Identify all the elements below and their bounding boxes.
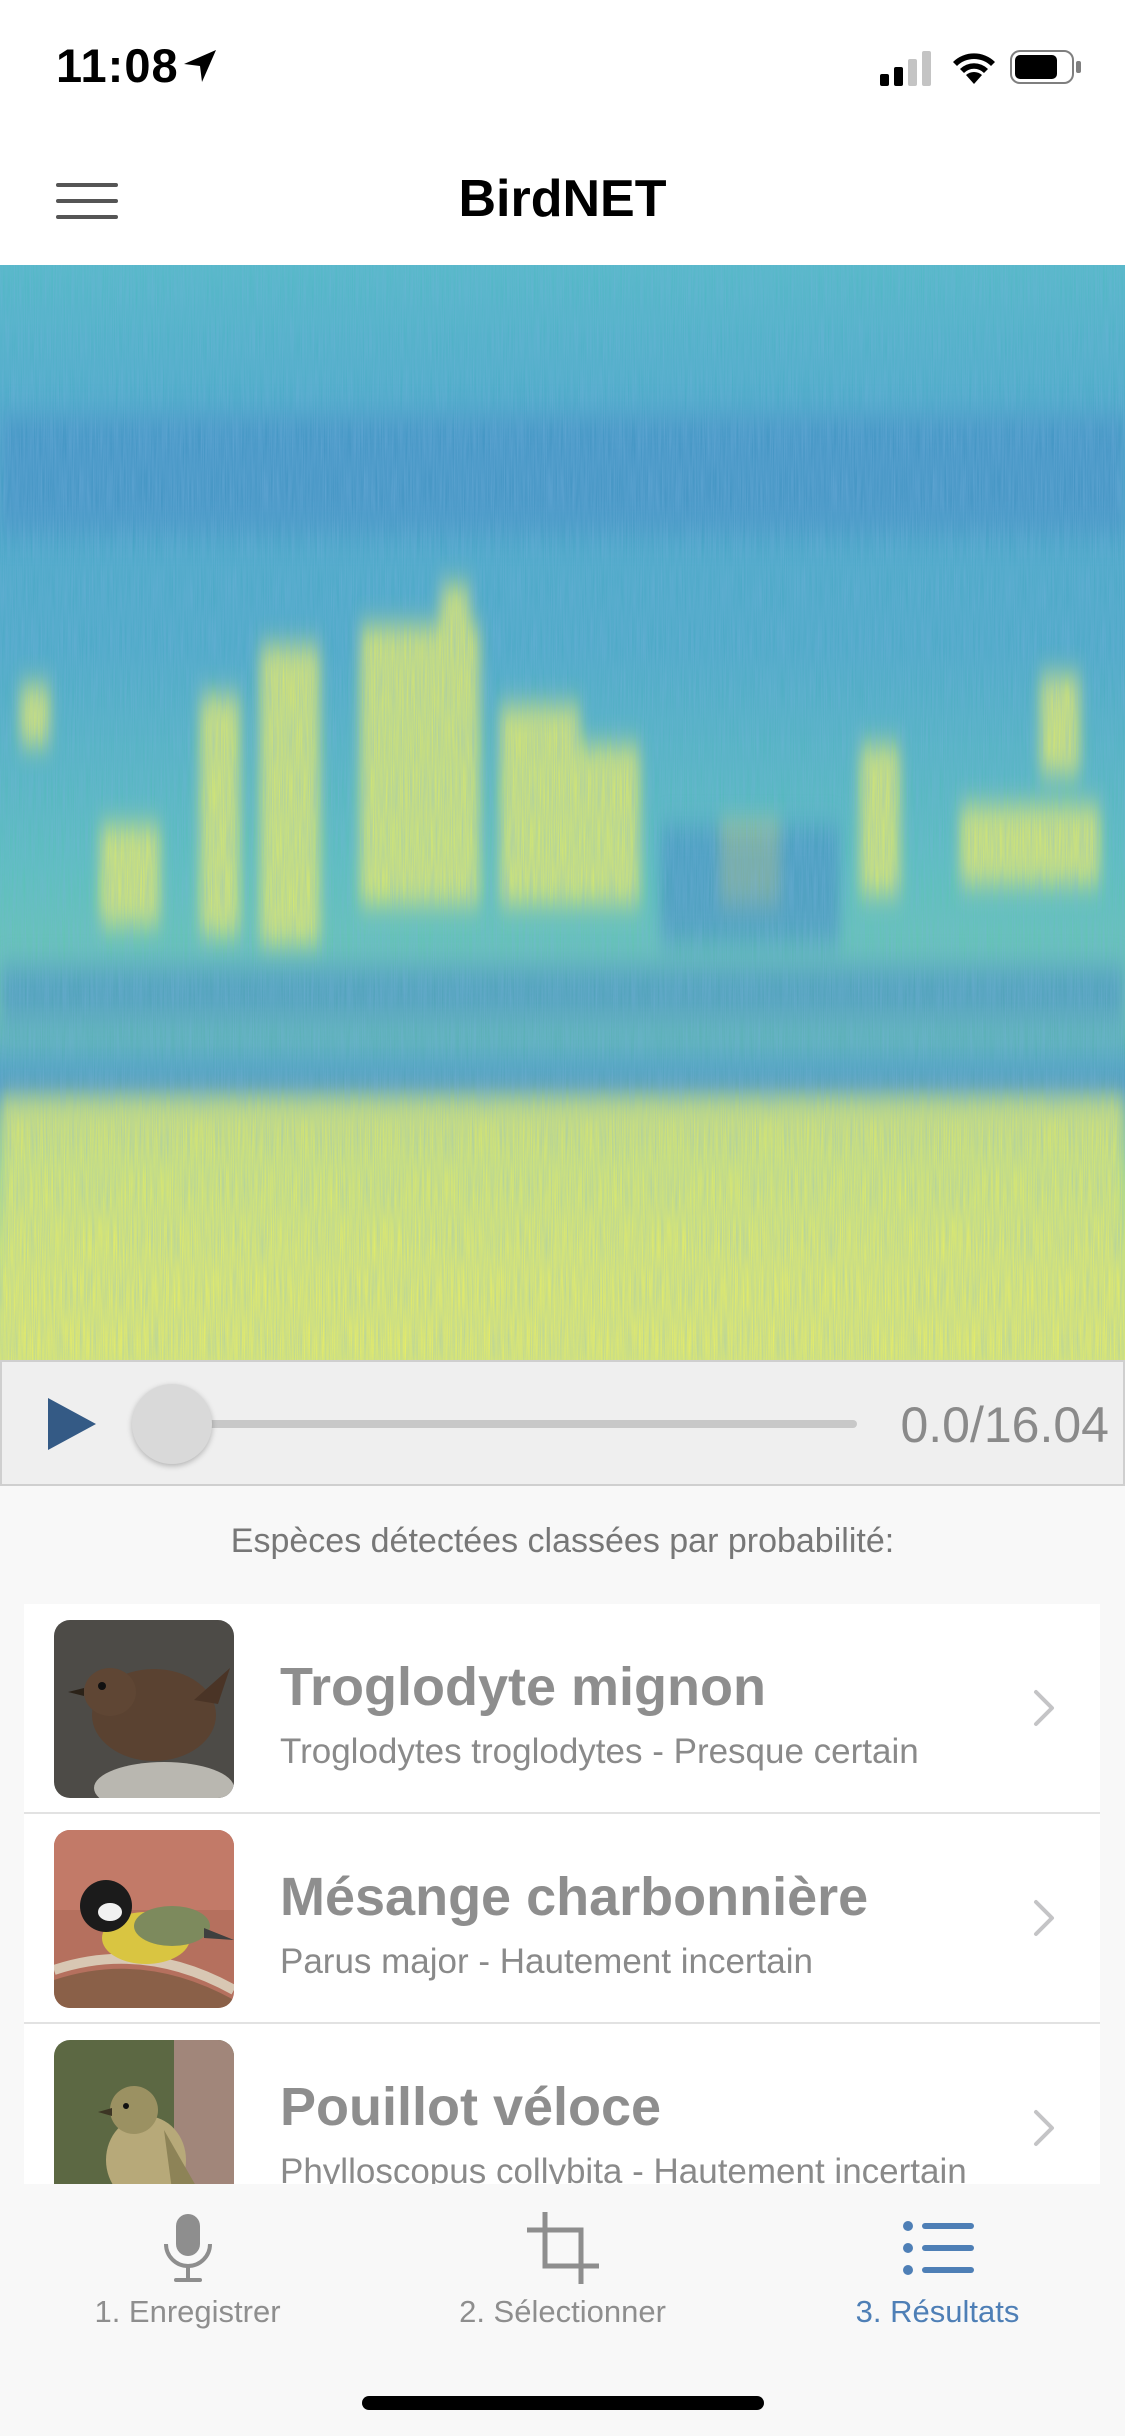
chevron-right-icon <box>1034 2110 1054 2146</box>
tab-label: 2. Sélectionner <box>459 2294 666 2329</box>
list-icon <box>902 2221 974 2275</box>
seek-thumb[interactable] <box>132 1384 212 1464</box>
common-name: Mésange charbonnière <box>280 1867 869 1927</box>
time-readout: 0.0/16.04 <box>900 1397 1109 1453</box>
list-item[interactable]: Pouillot véloce Phylloscopus collybita -… <box>24 2024 1100 2184</box>
scientific-name: Parus major - Hautement incertain <box>280 1942 813 1981</box>
page-title: BirdNET <box>458 170 667 228</box>
battery-icon <box>1010 50 1081 84</box>
play-icon[interactable] <box>44 1396 100 1452</box>
common-name: Troglodyte mignon <box>280 1657 766 1717</box>
tab-record[interactable]: 1. Enregistrer <box>0 2208 375 2338</box>
common-name: Pouillot véloce <box>280 2077 662 2137</box>
wren-photo <box>54 1620 234 1798</box>
status-bar: 11:08 <box>0 0 1125 135</box>
status-time: 11:08 <box>56 39 179 92</box>
location-arrow-icon <box>184 50 216 82</box>
scientific-name: Phylloscopus collybita - Hautement incer… <box>280 2152 967 2184</box>
results-heading: Espèces détectées classées par probabili… <box>230 1522 895 1560</box>
microphone-icon <box>163 2214 212 2282</box>
tab-results[interactable]: 3. Résultats <box>750 2208 1125 2338</box>
crop-icon <box>526 2212 599 2284</box>
home-indicator[interactable] <box>362 2396 764 2410</box>
seek-track[interactable] <box>142 1420 857 1428</box>
list-item[interactable]: Mésange charbonnière Parus major - Haute… <box>24 1814 1100 2024</box>
tab-label: 1. Enregistrer <box>94 2294 281 2329</box>
audio-player: 0.0/16.04 <box>0 1360 1125 1486</box>
tab-select[interactable]: 2. Sélectionner <box>375 2208 750 2338</box>
cellular-signal-icon <box>880 51 931 86</box>
list-item[interactable]: Troglodyte mignon Troglodytes troglodyte… <box>24 1604 1100 1814</box>
chevron-right-icon <box>1034 1900 1054 1936</box>
chevron-right-icon <box>1034 1690 1054 1726</box>
spectrogram-image <box>0 265 1125 1360</box>
results-list: Troglodyte mignon Troglodytes troglodyte… <box>24 1604 1100 2184</box>
great-tit-photo <box>54 1830 234 2008</box>
scientific-name: Troglodytes troglodytes - Presque certai… <box>280 1732 919 1771</box>
nav-header: BirdNET <box>0 135 1125 265</box>
app-screen: 11:08 BirdNET 0.0/16.04 Espèces détectée… <box>0 0 1125 2436</box>
chiffchaff-photo <box>54 2040 234 2184</box>
wifi-icon <box>953 53 995 84</box>
tab-label: 3. Résultats <box>855 2294 1020 2329</box>
